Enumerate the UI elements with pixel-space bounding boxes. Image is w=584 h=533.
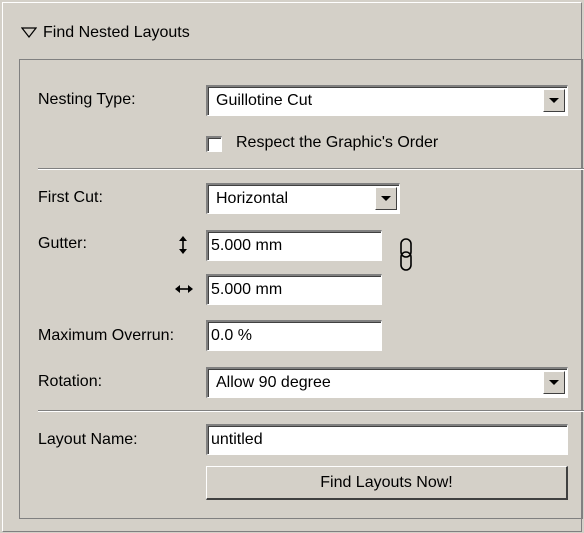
- first-cut-select[interactable]: Horizontal: [206, 183, 400, 214]
- nesting-type-label: Nesting Type:: [38, 91, 136, 108]
- first-cut-label: First Cut:: [38, 189, 103, 206]
- chevron-down-icon: [381, 195, 391, 201]
- section-title: Find Nested Layouts: [43, 24, 190, 41]
- maximum-overrun-input[interactable]: [206, 320, 382, 351]
- gutter-vertical-input[interactable]: [206, 230, 382, 261]
- options-group: Nesting Type: Guillotine Cut Respect the…: [19, 59, 584, 519]
- find-layouts-button[interactable]: Find Layouts Now!: [206, 466, 568, 500]
- rotation-value: Allow 90 degree: [216, 374, 331, 391]
- respect-order-checkbox[interactable]: [206, 136, 222, 152]
- rotation-label: Rotation:: [38, 373, 103, 390]
- maximum-overrun-label: Maximum Overrun:: [38, 327, 175, 344]
- chevron-down-icon: [549, 379, 559, 385]
- first-cut-value: Horizontal: [216, 190, 289, 207]
- chevron-down-icon: [549, 97, 559, 103]
- gutter-label: Gutter:: [38, 235, 87, 252]
- vertical-arrows-icon: [179, 236, 187, 254]
- nesting-type-select[interactable]: Guillotine Cut: [206, 85, 568, 116]
- rotation-select[interactable]: Allow 90 degree: [206, 367, 568, 398]
- find-layouts-button-label: Find Layouts Now!: [320, 473, 453, 491]
- separator: [38, 410, 584, 412]
- separator: [38, 168, 584, 170]
- nesting-type-dropdown-button[interactable]: [543, 89, 565, 112]
- chain-link-icon[interactable]: [398, 237, 414, 273]
- layout-name-label: Layout Name:: [38, 431, 138, 448]
- section-header[interactable]: Find Nested Layouts: [21, 21, 190, 45]
- horizontal-arrows-icon: [175, 285, 193, 293]
- collapse-triangle-icon[interactable]: [21, 26, 37, 40]
- rotation-dropdown-button[interactable]: [543, 371, 565, 394]
- first-cut-dropdown-button[interactable]: [375, 187, 397, 210]
- nesting-type-value: Guillotine Cut: [216, 92, 313, 109]
- respect-order-label[interactable]: Respect the Graphic's Order: [236, 134, 438, 152]
- layout-name-input[interactable]: [206, 424, 568, 455]
- find-nested-layouts-panel: Find Nested Layouts Nesting Type: Guillo…: [2, 2, 584, 532]
- gutter-horizontal-input[interactable]: [206, 274, 382, 305]
